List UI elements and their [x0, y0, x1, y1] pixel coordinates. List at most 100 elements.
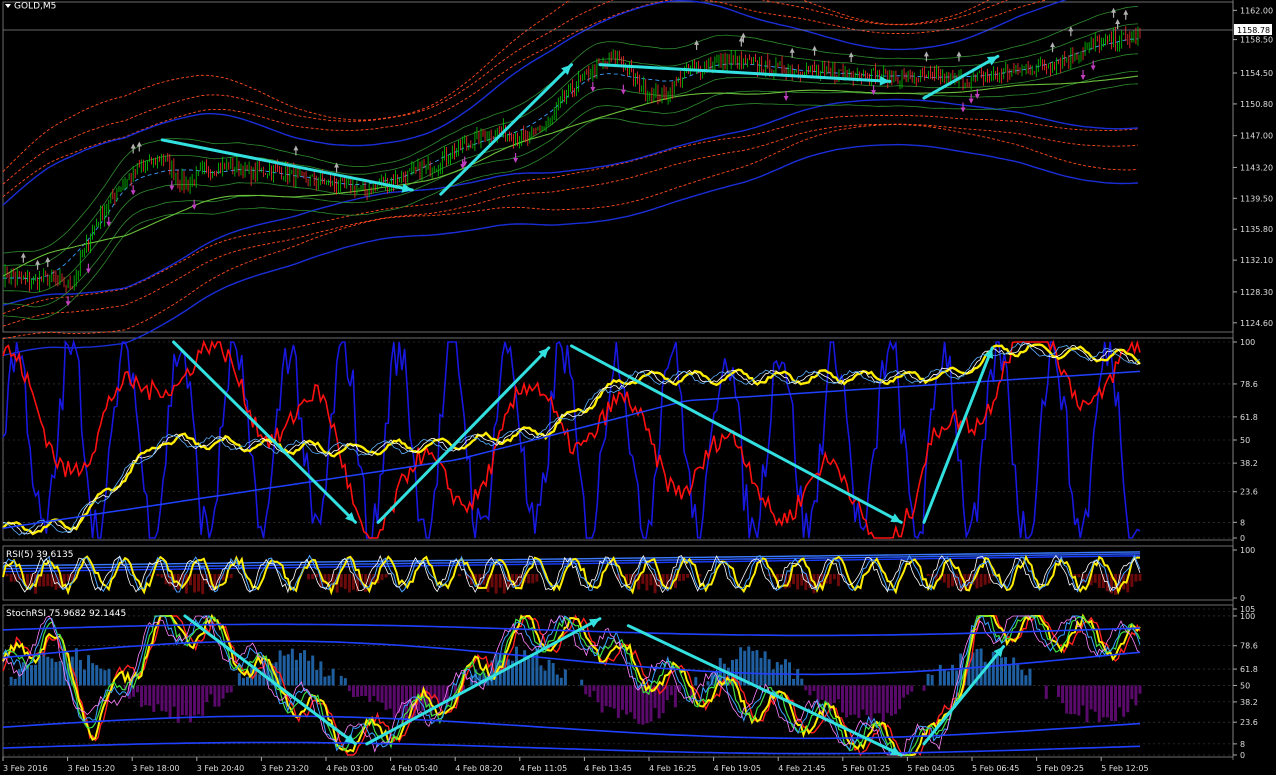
stochrsi-hist-bar [604, 685, 608, 707]
stochrsi-hist-bar [519, 662, 523, 686]
stochrsi-tick-label: 8 [1240, 740, 1245, 749]
stochrsi-hist-bar [343, 678, 347, 686]
stochrsi-hist-bar [673, 685, 677, 708]
rsi-tick-label: 100 [1240, 546, 1255, 555]
stochrsi-hist-bar [168, 685, 172, 718]
stochrsi-hist-bar [951, 664, 955, 686]
stochrsi-hist-bar [999, 657, 1003, 686]
stochrsi-hist-bar [893, 685, 897, 715]
stochrsi-hist-bar [184, 685, 188, 716]
rsi-hist-bar [983, 574, 987, 585]
stochrsi-hist-bar [1097, 685, 1101, 722]
stochrsi-hist-bar [54, 661, 58, 686]
stochrsi-hist-bar [783, 659, 787, 686]
stochrsi-hist-bar [1126, 685, 1130, 713]
rsi-hist-bar [351, 574, 355, 590]
stochrsi-hist-bar [633, 685, 637, 719]
stochrsi-hist-bar [87, 655, 91, 686]
stochrsi-hist-bar [902, 685, 906, 698]
price-tick-label: 1147.00 [1240, 132, 1273, 141]
stochrsi-hist-bar [331, 668, 335, 686]
price-tick-label: 1143.20 [1240, 163, 1273, 172]
rsi-hist-bar [9, 574, 13, 582]
stochrsi-hist-bar [1118, 685, 1122, 708]
stochrsi-hist-bar [555, 674, 559, 686]
rsi-hist-bar [1093, 574, 1097, 583]
stochrsi-hist-bar [1109, 685, 1113, 722]
rsi-hist-bar [307, 574, 311, 580]
time-tick-label: 4 Feb 11:05 [520, 764, 567, 773]
stochrsi-hist-bar [258, 674, 262, 686]
stoch-tick-label: 50 [1240, 436, 1250, 445]
chart-window[interactable]: 1162.00 1158.50 1154.50 1150.80 1147.00 1143.… [0, 0, 1276, 775]
stochrsi-hist-bar [885, 685, 889, 713]
stochrsi-hist-bar [898, 685, 902, 710]
stochrsi-hist-bar [307, 660, 311, 686]
stochrsi-hist-bar [865, 685, 869, 716]
stochrsi-hist-bar [861, 685, 865, 710]
stochrsi-hist-bar [152, 685, 156, 712]
rsi-hist-bar [42, 574, 46, 587]
stochrsi-hist-bar [278, 650, 282, 686]
stochrsi-hist-bar [311, 655, 315, 686]
stochrsi-hist-bar [201, 685, 205, 716]
price-tick-label: 1132.10 [1240, 256, 1273, 265]
stochrsi-hist-bar [246, 676, 250, 686]
stochrsi-hist-bar [303, 650, 307, 686]
stochrsi-hist-bar [9, 676, 13, 686]
stochrsi-hist-bar [1101, 685, 1105, 718]
stochrsi-hist-bar [1085, 685, 1089, 723]
stochrsi-hist-bar [559, 677, 563, 686]
rsi-hist-bar [197, 574, 201, 592]
stochrsi-hist-bar [873, 685, 877, 714]
rsi-hist-bar [645, 574, 649, 591]
stochrsi-hist-bar [926, 673, 930, 686]
stochrsi-hist-bar [563, 669, 567, 686]
stochrsi-hist-bar [547, 659, 551, 686]
rsi-hist-bar [527, 574, 531, 584]
stochrsi-hist-bar [779, 664, 783, 686]
stochrsi-hist-bar [1105, 685, 1109, 718]
stochrsi-hist-bar [1077, 685, 1081, 716]
stochrsi-hist-bar [800, 678, 804, 686]
stochrsi-hist-bar [694, 677, 698, 686]
stochrsi-tick-label: 78.6 [1240, 642, 1258, 651]
stochrsi-hist-bar [1089, 685, 1093, 710]
price-tick-label: 1158.50 [1240, 36, 1273, 45]
stochrsi-hist-bar [910, 685, 914, 692]
stochrsi-hist-bar [983, 661, 987, 686]
time-tick-label: 4 Feb 13:45 [584, 764, 631, 773]
stochrsi-hist-bar [600, 685, 604, 713]
stochrsi-hist-bar [241, 678, 245, 686]
stochrsi-hist-bar [229, 685, 233, 693]
stochrsi-hist-bar [1016, 664, 1020, 686]
rsi-hist-bar [5, 574, 9, 577]
stochrsi-hist-bar [99, 668, 103, 686]
stochrsi-hist-bar [625, 685, 629, 715]
price-tick-label: 1162.00 [1240, 6, 1273, 15]
rsi-hist-bar [792, 574, 796, 585]
stochrsi-hist-bar [1056, 685, 1060, 697]
stochrsi-hist-bar [156, 685, 160, 705]
rsi-hist-bar [677, 574, 681, 582]
rsi-hist-bar [339, 574, 343, 588]
rsi-hist-bar [347, 574, 351, 593]
stochrsi-hist-bar [290, 648, 294, 686]
stoch-tick-label: 8 [1240, 518, 1245, 527]
stochrsi-hist-bar [34, 664, 38, 686]
stochrsi-hist-bar [539, 665, 543, 686]
rsi-hist-bar [531, 574, 535, 584]
rsi-hist-bar [380, 574, 384, 581]
stochrsi-hist-bar [148, 685, 152, 706]
time-tick-label: 4 Feb 16:25 [649, 764, 696, 773]
stochrsi-hist-bar [1004, 657, 1008, 686]
stochrsi-hist-bar [889, 685, 893, 716]
time-tick-label: 3 Feb 2016 [3, 764, 48, 773]
rsi-hist-bar [946, 574, 950, 588]
stochrsi-hist-bar [531, 653, 535, 686]
rsi-hist-bar [168, 574, 172, 587]
stochrsi-hist-bar [906, 685, 910, 695]
stochrsi-hist-bar [612, 685, 616, 709]
rsi-hist-bar [682, 574, 686, 581]
stochrsi-tick-label: 50 [1240, 681, 1250, 690]
